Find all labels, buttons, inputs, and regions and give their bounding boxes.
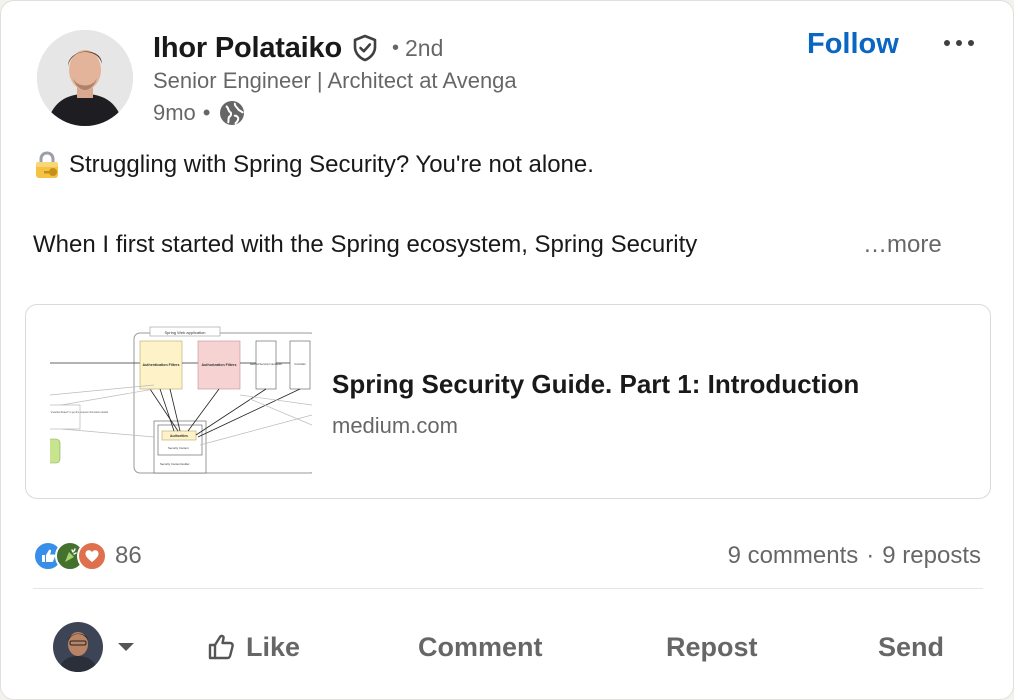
see-more-link[interactable]: …more — [863, 228, 942, 262]
send-label: Send — [878, 631, 945, 662]
comment-label: Comment — [418, 631, 543, 662]
feed-post-card: Ihor Polataiko • 2nd Senior Engineer | A… — [0, 0, 1014, 700]
thumb-controller: Controller — [294, 362, 305, 366]
social-counts: 9 comments · 9 reposts — [728, 539, 981, 573]
like-button[interactable]: Like — [206, 625, 300, 669]
post-text: Struggling with Spring Security? You're … — [69, 151, 594, 178]
comment-button[interactable]: Comment — [418, 625, 543, 669]
more-options-button[interactable] — [935, 25, 983, 61]
repost-label: Repost — [666, 631, 758, 662]
reposts-count-link[interactable]: 9 reposts — [882, 542, 981, 570]
thumb-context-holder: Security Context Holder — [160, 462, 190, 466]
article-title[interactable]: Spring Security Guide. Part 1: Introduct… — [332, 369, 859, 400]
connection-degree: 2nd — [404, 34, 444, 61]
thumbs-up-icon — [208, 634, 234, 660]
follow-button[interactable]: Follow — [793, 23, 913, 65]
thumb-app-label: Spring Web application — [164, 330, 205, 335]
thumb-security-context: Security Context — [168, 446, 189, 450]
globe-icon — [218, 99, 246, 127]
author-name-row: Ihor Polataiko • 2nd — [153, 29, 443, 67]
caret-down-icon — [117, 641, 135, 653]
post-meta: 9mo • — [153, 98, 246, 128]
thumb-auth-filters: Authentication Filters — [143, 363, 180, 367]
reaction-actor-selector[interactable] — [53, 621, 135, 673]
degree-separator: • — [391, 36, 399, 59]
repost-button[interactable]: Repost — [666, 625, 758, 669]
more-horizontal-icon — [944, 40, 974, 46]
comments-count-link[interactable]: 9 comments — [728, 542, 859, 570]
like-label: Like — [246, 631, 301, 662]
post-text-line-1: Struggling with Spring Security? You're … — [33, 148, 594, 182]
author-headline: Senior Engineer | Architect at Avenga — [153, 68, 517, 93]
post-text-line-2: When I first started with the Spring eco… — [33, 231, 698, 258]
post-time: 9mo — [153, 100, 196, 125]
author-name[interactable]: Ihor Polataiko — [153, 32, 342, 65]
viewer-avatar — [53, 622, 103, 672]
actions-divider — [33, 588, 983, 589]
send-button[interactable]: Send — [878, 625, 944, 669]
article-link-card[interactable]: Spring Web application Authentication Fi… — [25, 304, 991, 499]
thumb-authorities: Authorities — [170, 434, 188, 438]
time-separator: • — [202, 100, 211, 125]
social-separator: · — [866, 542, 875, 569]
article-thumbnail: Spring Web application Authentication Fi… — [43, 325, 317, 480]
article-source: medium.com — [332, 413, 458, 438]
love-reaction-icon — [77, 541, 107, 571]
verified-shield-icon — [350, 33, 380, 63]
reactions-count: 86 — [115, 542, 142, 569]
thumb-note: "unauthenticated" to get the request inf… — [50, 411, 109, 414]
reactions-summary[interactable]: 86 — [33, 539, 142, 573]
author-avatar[interactable] — [37, 30, 133, 126]
locked-with-key-icon — [33, 150, 61, 180]
thumb-authz-filters: Authorization Filters — [202, 363, 237, 367]
